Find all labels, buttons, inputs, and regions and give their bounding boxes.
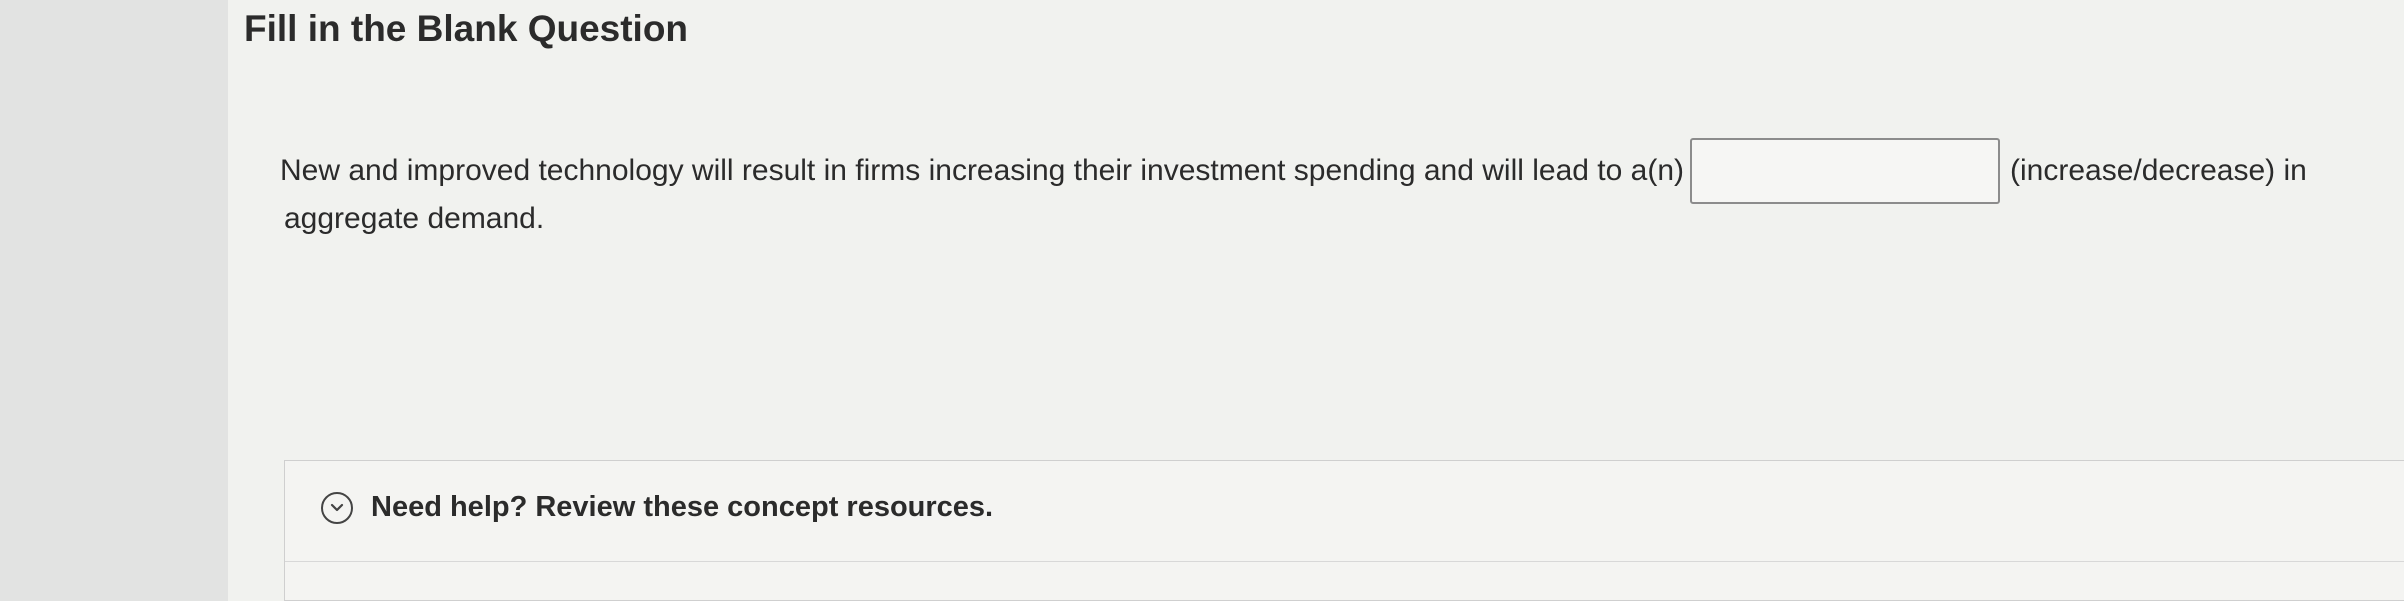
answer-blank-input[interactable] [1690,138,2001,204]
question-prompt: New and improved technology will result … [280,138,2307,204]
prompt-text-line2: aggregate demand. [284,202,545,235]
help-resources-label: Need help? Review these concept resource… [371,491,994,523]
question-title: Fill in the Blank Question [244,8,689,49]
left-gutter [0,0,229,601]
help-resources-panel: Need help? Review these concept resource… [284,460,2404,601]
prompt-text-after-blank: (increase/decrease) in [2010,154,2307,187]
chevron-down-circle-icon [321,491,353,524]
help-resources-toggle[interactable]: Need help? Review these concept resource… [321,491,993,524]
divider [285,561,2404,562]
prompt-text-before-blank: New and improved technology will result … [280,154,1685,187]
